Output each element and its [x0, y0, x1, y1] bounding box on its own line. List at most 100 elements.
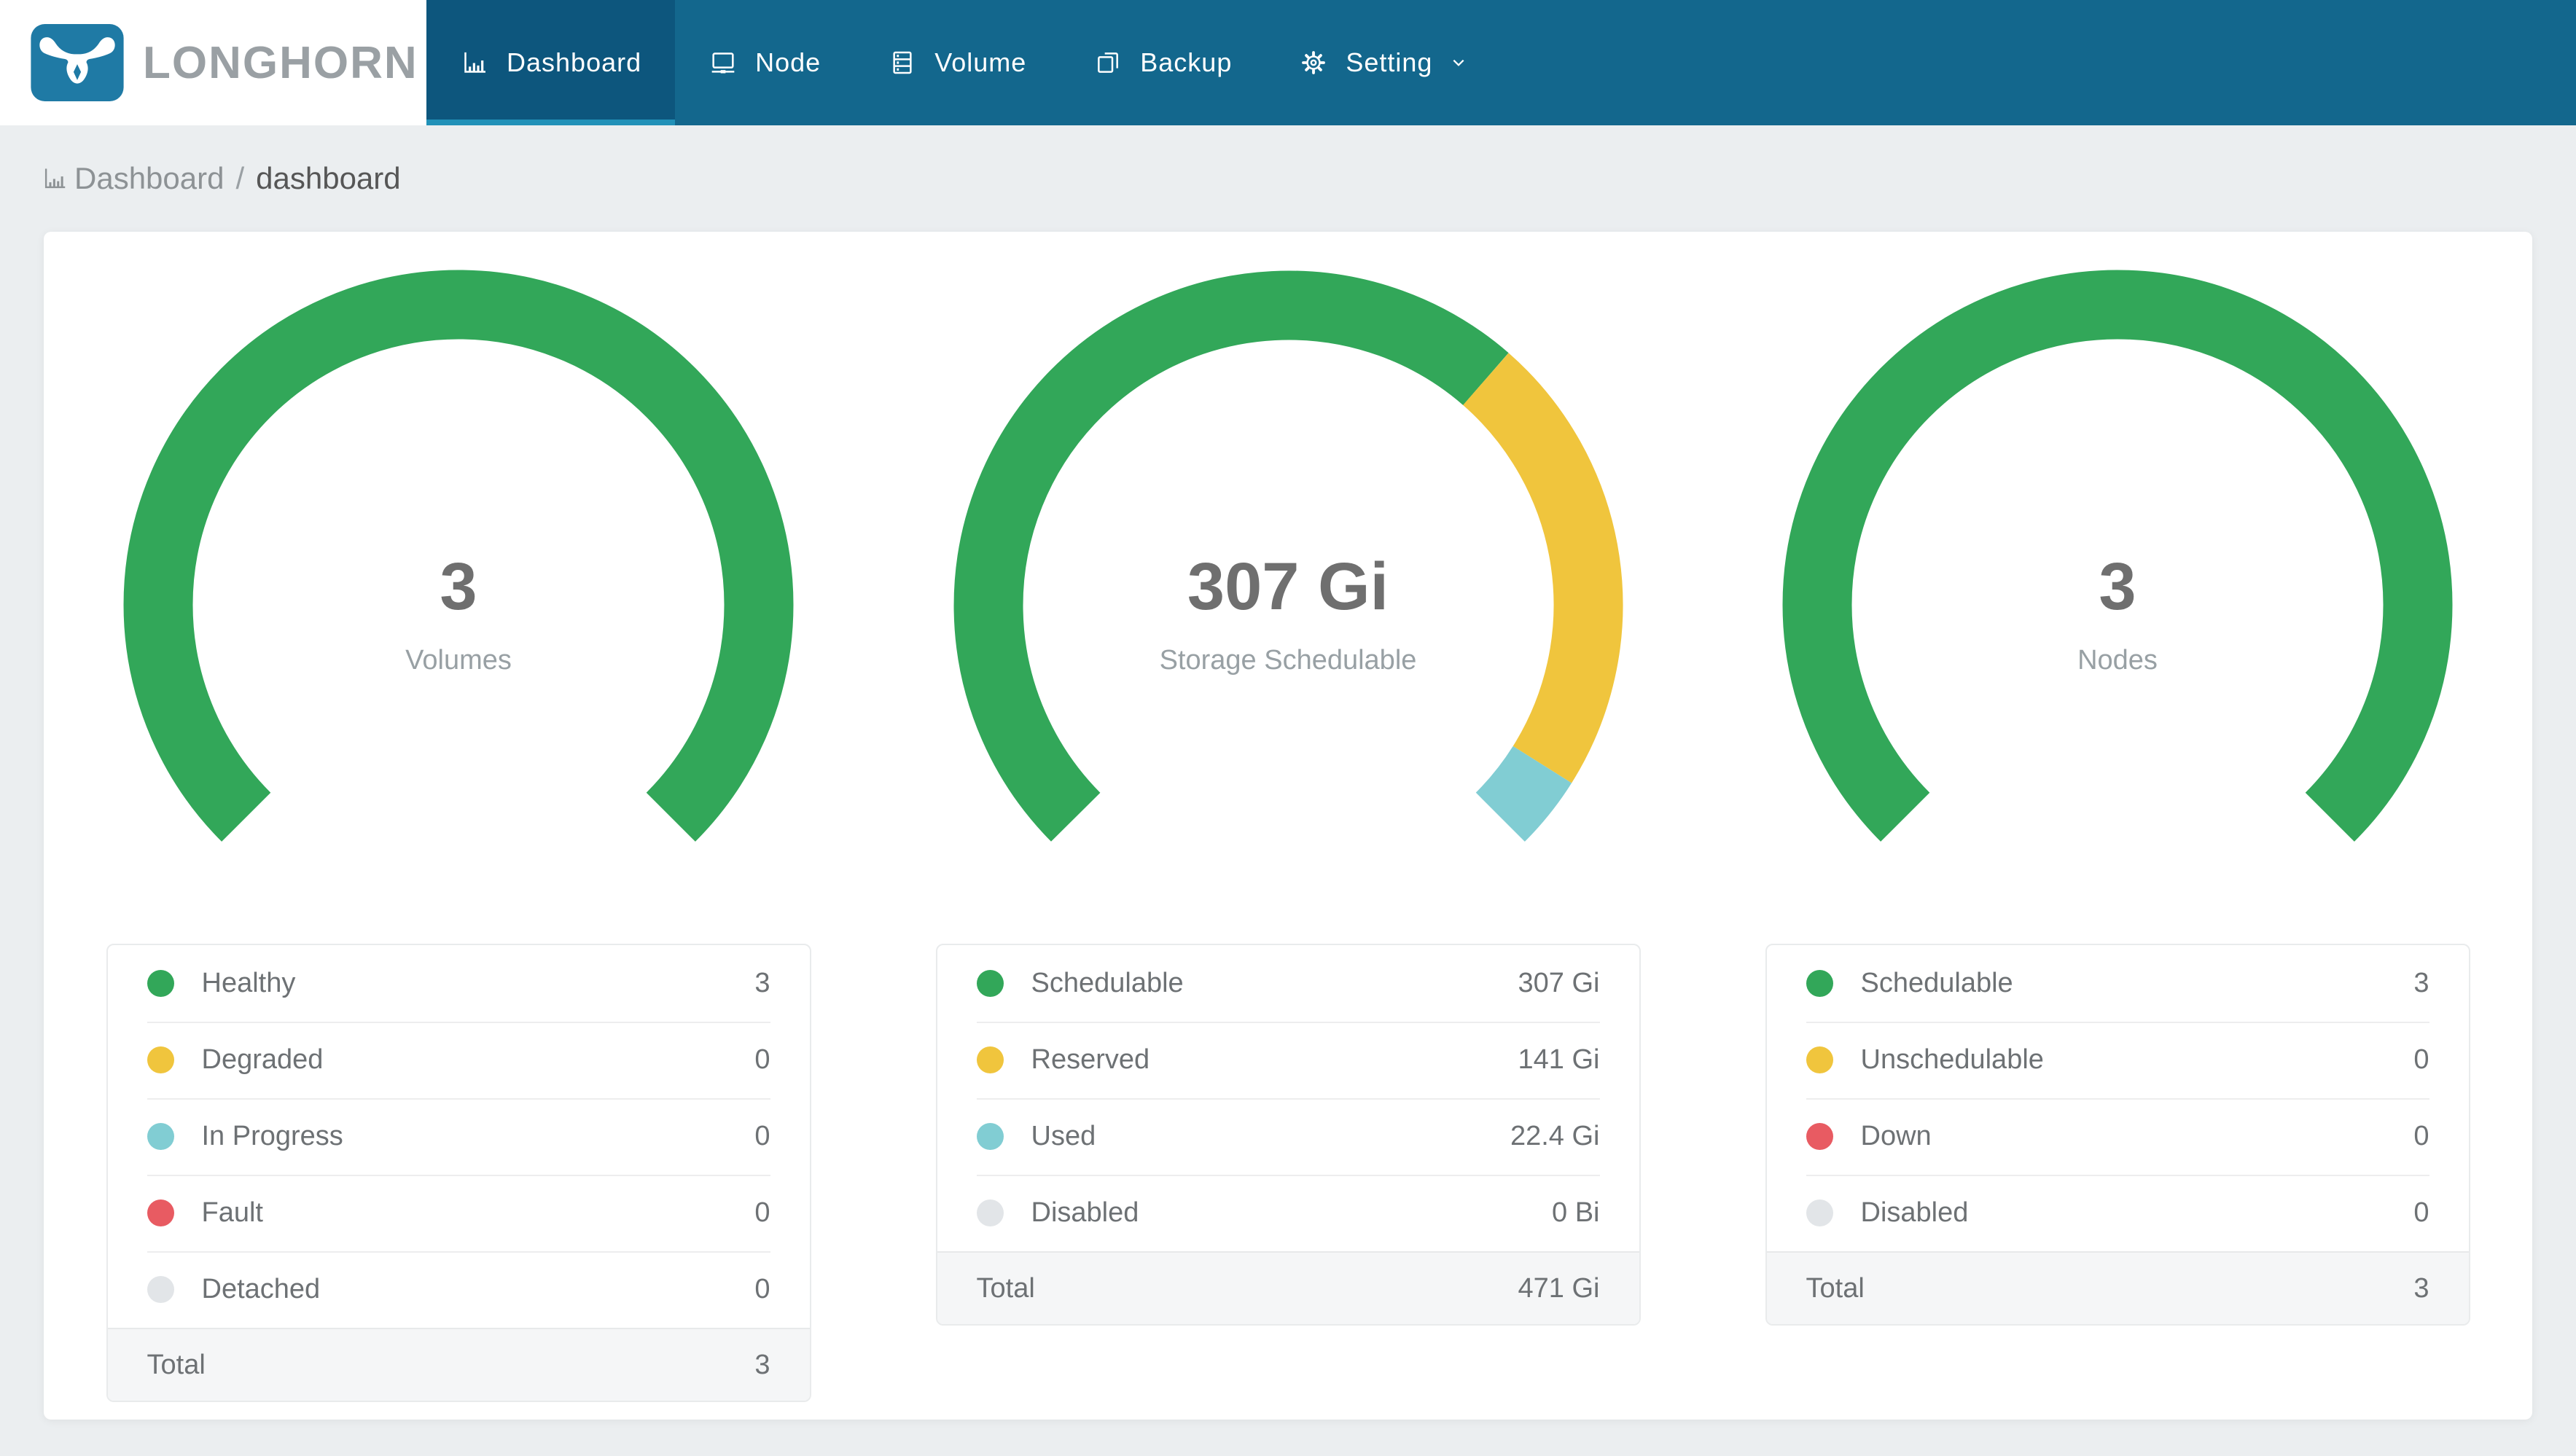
legend-row-schedulable: Schedulable 307 Gi — [937, 945, 1639, 1022]
gauge-value: 3 — [2099, 549, 2136, 624]
gauge-title: Nodes — [2077, 645, 2158, 676]
status-dot — [147, 1123, 174, 1150]
legend-value: 0 — [754, 1197, 770, 1228]
node-icon — [709, 48, 738, 77]
legend-label: In Progress — [201, 1121, 343, 1151]
storage-gauge: 307 Gi Storage Schedulable — [945, 270, 1631, 860]
top-navbar: LONGHORN Dashboard Node Volume Backup Settin… — [0, 0, 2576, 125]
legend-row-fault: Fault 0 — [108, 1175, 810, 1251]
nav-item-label: Setting — [1346, 47, 1433, 77]
legend-row-used: Used 22.4 Gi — [937, 1098, 1639, 1175]
storage-legend-table: Schedulable 307 Gi Reserved 141 Gi Used 22.4 … — [935, 944, 1641, 1326]
status-dot — [1806, 1199, 1833, 1226]
breadcrumb: Dashboard / dashboard — [0, 125, 2576, 232]
legend-value: 3 — [2413, 968, 2429, 998]
status-dot — [976, 1046, 1004, 1073]
legend-value: 0 — [2413, 1197, 2429, 1228]
status-dot — [147, 1276, 174, 1303]
legend-label: Detached — [201, 1274, 321, 1304]
nodes-panel: 3 Nodes Schedulable 3 Unschedulable 0 Down 0 D… — [1703, 270, 2532, 1420]
legend-value: 22.4 Gi — [1510, 1121, 1600, 1151]
legend-value: 0 Bi — [1552, 1197, 1600, 1228]
legend-label: Disabled — [1031, 1197, 1139, 1228]
status-dot — [147, 1199, 174, 1226]
breadcrumb-page: dashboard — [256, 161, 401, 195]
breadcrumb-section[interactable]: Dashboard — [74, 161, 224, 196]
status-dot — [976, 1123, 1004, 1150]
legend-row-unschedulable: Unschedulable 0 — [1767, 1022, 2469, 1098]
longhorn-bull-icon — [31, 24, 124, 101]
nav-item-volume[interactable]: Volume — [854, 0, 1060, 125]
legend-row-degraded: Degraded 0 — [108, 1022, 810, 1098]
legend-label: Healthy — [201, 968, 296, 998]
legend-label: Down — [1860, 1121, 1932, 1151]
legend-total-row: Total 3 — [107, 1328, 810, 1401]
gauge-title: Storage Schedulable — [1159, 645, 1417, 676]
volumes-legend-table: Healthy 3 Degraded 0 In Progress 0 Fault 0 Detac… — [106, 944, 811, 1402]
dashboard-card: 3 Volumes Healthy 3 Degraded 0 In Progress 0 F… — [44, 232, 2532, 1420]
legend-row-healthy: Healthy 3 — [108, 945, 810, 1022]
main-nav: Dashboard Node Volume Backup Setting — [426, 0, 1504, 125]
status-dot — [1806, 970, 1833, 997]
legend-label: Unschedulable — [1860, 1044, 2044, 1075]
legend-label: Disabled — [1860, 1197, 1969, 1228]
nav-item-label: Volume — [934, 47, 1027, 77]
legend-row-schedulable: Schedulable 3 — [1767, 945, 2469, 1022]
legend-label: Schedulable — [1031, 968, 1184, 998]
nav-item-label: Backup — [1140, 47, 1233, 77]
legend-row-in-progress: In Progress 0 — [108, 1098, 810, 1175]
nodes-legend-table: Schedulable 3 Unschedulable 0 Down 0 Disabled 0… — [1765, 944, 2470, 1326]
gear-icon — [1299, 48, 1328, 77]
status-dot — [147, 970, 174, 997]
legend-row-disabled: Disabled 0 Bi — [937, 1175, 1639, 1251]
total-label: Total — [976, 1272, 1035, 1304]
status-dot — [1806, 1046, 1833, 1073]
chevron-down-icon — [1447, 51, 1470, 74]
legend-row-detached: Detached 0 — [108, 1251, 810, 1328]
longhorn-logo[interactable]: LONGHORN — [0, 0, 426, 125]
legend-value: 0 — [2413, 1044, 2429, 1075]
breadcrumb-separator: / — [235, 161, 245, 195]
gauge-value: 307 Gi — [1187, 549, 1389, 624]
gauge-title: Volumes — [405, 645, 512, 676]
legend-value: 0 — [754, 1121, 770, 1151]
gauge-value: 3 — [440, 549, 477, 624]
total-label: Total — [147, 1349, 206, 1380]
bar-chart-icon — [41, 165, 69, 192]
legend-total-row: Total 471 Gi — [937, 1251, 1639, 1324]
legend-value: 307 Gi — [1518, 968, 1600, 998]
legend-value: 0 — [754, 1044, 770, 1075]
total-label: Total — [1806, 1272, 1865, 1304]
backup-icon — [1093, 48, 1123, 77]
legend-row-disabled: Disabled 0 — [1767, 1175, 2469, 1251]
nav-item-label: Node — [755, 47, 821, 77]
status-dot — [976, 970, 1004, 997]
total-value: 471 Gi — [1518, 1272, 1600, 1304]
nav-item-dashboard[interactable]: Dashboard — [426, 0, 676, 125]
volumes-gauge: 3 Volumes — [116, 270, 801, 860]
nav-item-node[interactable]: Node — [675, 0, 854, 125]
legend-value: 0 — [2413, 1121, 2429, 1151]
volumes-panel: 3 Volumes Healthy 3 Degraded 0 In Progress 0 F… — [44, 270, 873, 1420]
nav-item-setting[interactable]: Setting — [1265, 0, 1504, 125]
legend-value: 141 Gi — [1518, 1044, 1600, 1075]
legend-row-down: Down 0 — [1767, 1098, 2469, 1175]
brand-name: LONGHORN — [143, 37, 418, 88]
gauge-segment-used — [1475, 745, 1572, 842]
nav-item-backup[interactable]: Backup — [1060, 0, 1265, 125]
legend-label: Schedulable — [1860, 968, 2013, 998]
total-value: 3 — [754, 1349, 770, 1380]
bar-chart-icon — [460, 48, 489, 77]
legend-label: Fault — [201, 1197, 263, 1228]
legend-value: 0 — [754, 1274, 770, 1304]
status-dot — [147, 1046, 174, 1073]
total-value: 3 — [2413, 1272, 2429, 1304]
storage-panel: 307 Gi Storage Schedulable Schedulable 30… — [873, 270, 1703, 1420]
volume-icon — [888, 48, 917, 77]
status-dot — [1806, 1123, 1833, 1150]
legend-row-reserved: Reserved 141 Gi — [937, 1022, 1639, 1098]
nav-item-label: Dashboard — [507, 47, 642, 77]
legend-label: Reserved — [1031, 1044, 1150, 1075]
legend-label: Used — [1031, 1121, 1096, 1151]
status-dot — [976, 1199, 1004, 1226]
